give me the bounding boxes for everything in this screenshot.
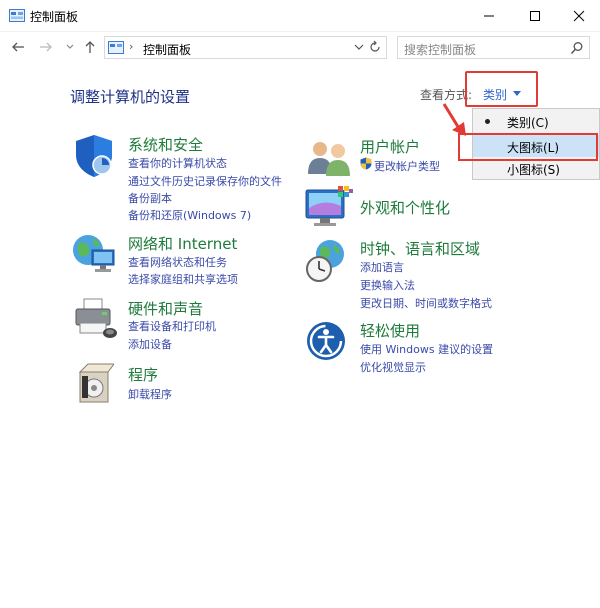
link-backup-restore[interactable]: 备份和还原(Windows 7) <box>128 207 251 223</box>
caret-down-icon[interactable] <box>513 91 521 96</box>
minimize-button[interactable] <box>466 0 512 32</box>
printer-icon[interactable] <box>72 297 118 341</box>
address-bar[interactable]: › 控制面板 <box>104 36 387 59</box>
refresh-icon[interactable] <box>368 40 382 54</box>
close-button[interactable] <box>556 0 600 32</box>
control-panel-app-icon <box>9 9 25 22</box>
forward-arrow-icon <box>40 42 52 52</box>
up-arrow-icon <box>85 41 95 53</box>
chevron-down-icon[interactable] <box>354 42 364 52</box>
back-button[interactable] <box>10 39 26 55</box>
link-change-account-type[interactable]: 更改帐户类型 <box>374 158 440 174</box>
programs-box-icon[interactable] <box>74 362 114 406</box>
page-title: 调整计算机的设置 <box>70 88 191 106</box>
recent-locations-button[interactable] <box>62 39 78 55</box>
uac-shield-icon <box>360 157 372 170</box>
annotation-highlight-large-icons <box>458 133 598 161</box>
link-uninstall-program[interactable]: 卸载程序 <box>128 386 172 402</box>
radio-bullet-icon <box>485 119 490 124</box>
maximize-icon <box>530 11 540 21</box>
ease-of-access-icon[interactable] <box>306 321 346 361</box>
view-by-dropdown[interactable]: 类别 <box>483 86 507 103</box>
link-homegroup-sharing[interactable]: 选择家庭组和共享选项 <box>128 271 238 287</box>
title-bar: 控制面板 <box>0 0 600 32</box>
link-change-date-time-format[interactable]: 更改日期、时间或数字格式 <box>360 295 492 311</box>
network-globe-icon[interactable] <box>70 232 118 278</box>
clock-globe-icon[interactable] <box>304 238 352 286</box>
breadcrumb-separator: › <box>129 40 134 53</box>
menu-item-label: 小图标(S) <box>507 163 560 177</box>
back-arrow-icon <box>12 42 24 52</box>
link-optimize-visual[interactable]: 优化视觉显示 <box>360 359 426 375</box>
minimize-icon <box>484 15 494 17</box>
chevron-down-icon <box>66 44 74 49</box>
link-add-language[interactable]: 添加语言 <box>360 259 404 275</box>
breadcrumb-control-panel[interactable]: 控制面板 <box>143 41 191 58</box>
close-icon <box>573 10 585 22</box>
category-system-security[interactable]: 系统和安全 <box>128 134 203 155</box>
search-icon[interactable] <box>570 41 584 55</box>
link-network-status[interactable]: 查看网络状态和任务 <box>128 254 227 270</box>
users-icon[interactable] <box>304 138 354 178</box>
search-placeholder: 搜索控制面板 <box>404 43 477 57</box>
link-view-computer-status[interactable]: 查看你的计算机状态 <box>128 155 227 171</box>
search-input[interactable]: 搜索控制面板 <box>397 36 590 59</box>
maximize-button[interactable] <box>512 0 558 32</box>
up-button[interactable] <box>82 39 98 55</box>
window-title: 控制面板 <box>30 10 79 24</box>
category-appearance[interactable]: 外观和个性化 <box>360 197 450 218</box>
link-recommended-settings[interactable]: 使用 Windows 建议的设置 <box>360 341 493 357</box>
link-backup-copy[interactable]: 备份副本 <box>128 190 172 206</box>
menu-item-label: 类别(C) <box>507 116 549 130</box>
category-network-internet[interactable]: 网络和 Internet <box>128 233 237 254</box>
forward-button[interactable] <box>38 39 54 55</box>
category-programs[interactable]: 程序 <box>128 364 158 385</box>
category-user-accounts[interactable]: 用户帐户 <box>360 136 420 157</box>
category-clock-language-region[interactable]: 时钟、语言和区域 <box>360 238 480 259</box>
category-ease-of-access[interactable]: 轻松使用 <box>360 320 420 341</box>
appearance-monitor-icon[interactable] <box>304 186 354 230</box>
menu-item-category[interactable]: 类别(C) <box>473 110 599 132</box>
link-devices-printers[interactable]: 查看设备和打印机 <box>128 318 216 334</box>
link-add-device[interactable]: 添加设备 <box>128 336 172 352</box>
category-hardware-sound[interactable]: 硬件和声音 <box>128 298 203 319</box>
link-change-input-method[interactable]: 更换输入法 <box>360 277 415 293</box>
link-file-history[interactable]: 通过文件历史记录保存你的文件 <box>128 173 282 189</box>
shield-icon[interactable] <box>72 133 116 179</box>
control-panel-small-icon <box>108 41 124 54</box>
